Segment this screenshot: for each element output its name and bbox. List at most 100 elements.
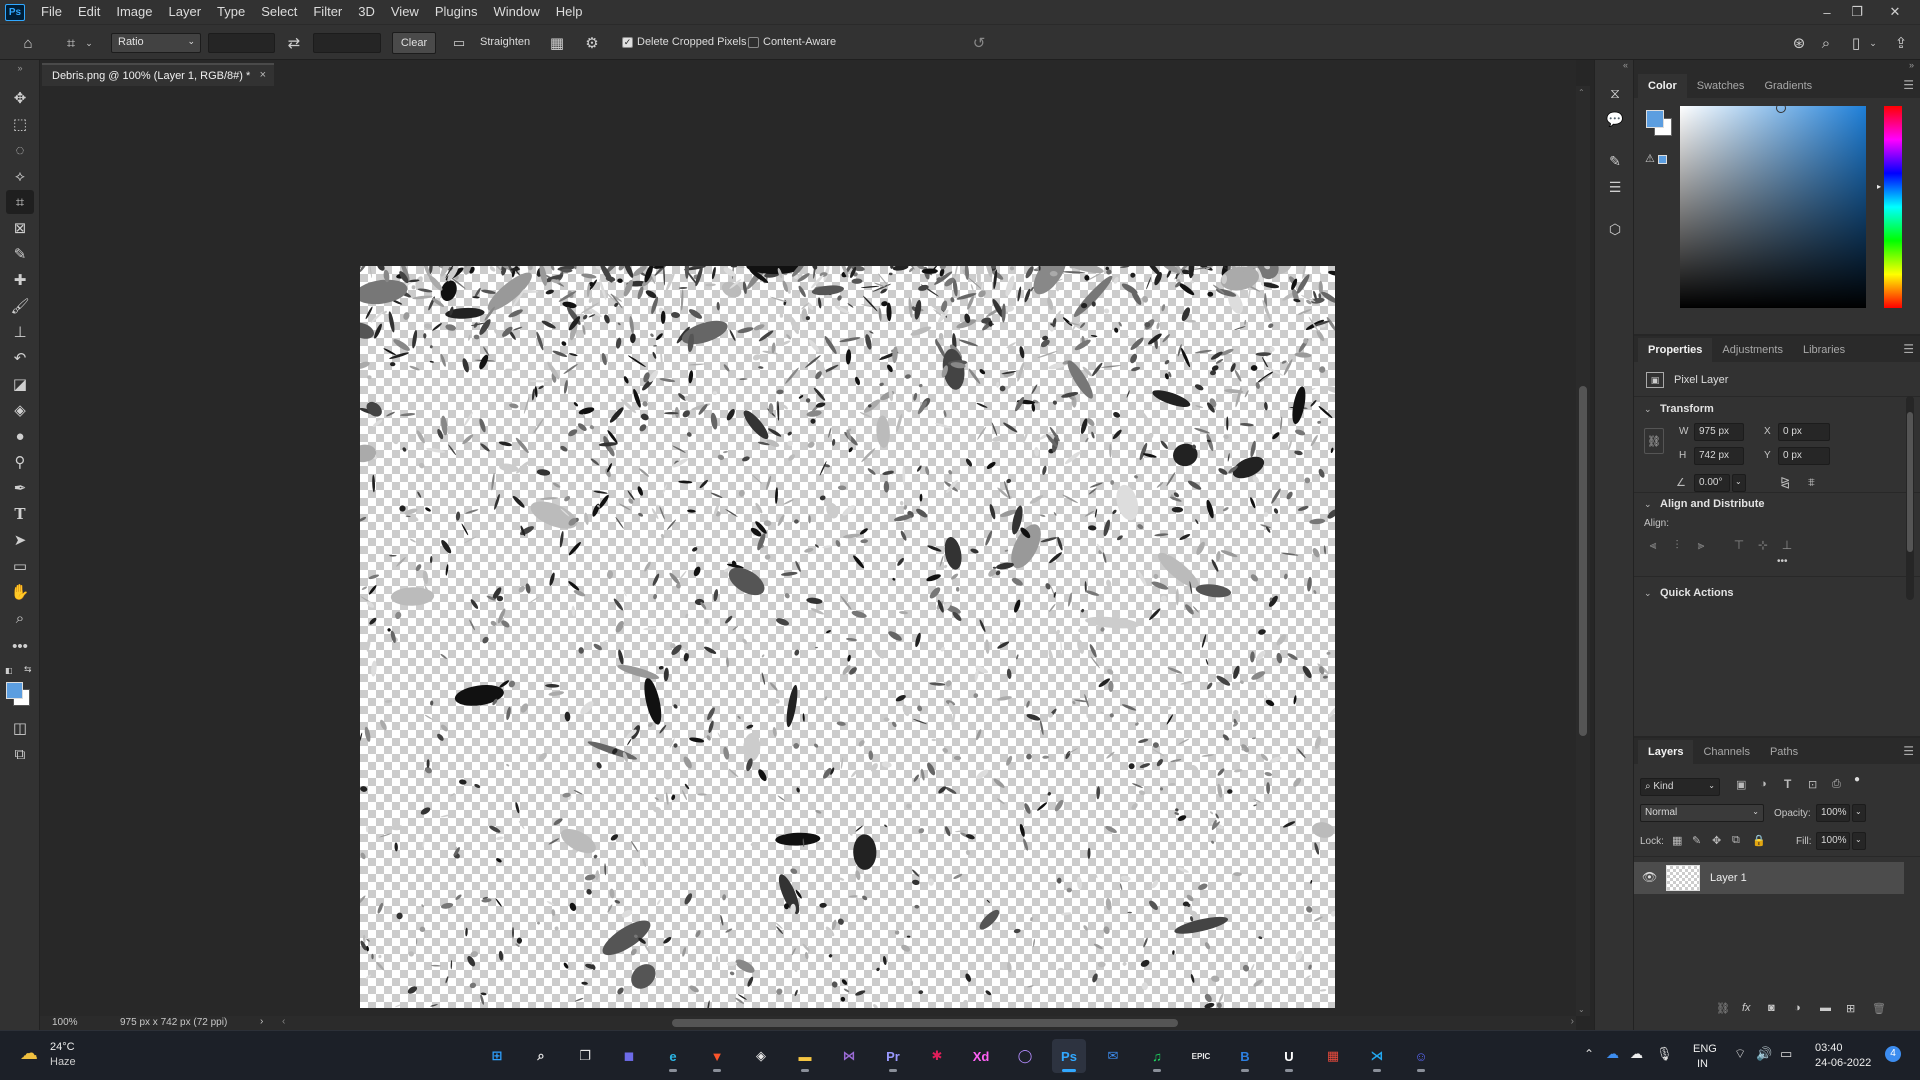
swap-colors-icon[interactable]: ⇆ [24,664,32,675]
filter-toggle-icon[interactable]: ● [1854,774,1860,785]
taskbar-mail-icon[interactable]: ✉ [1096,1039,1130,1073]
scroll-up-icon[interactable]: ⌃ [1578,88,1585,97]
vertical-scroll-thumb[interactable] [1579,386,1587,736]
object-selection-tool-icon[interactable]: ⟡ [6,164,34,188]
taskbar-premiere-pro-icon[interactable]: Pr [876,1039,910,1073]
paint-bucket-tool-icon[interactable]: ◈ [6,398,34,422]
align-distribute-section-title[interactable]: Align and Distribute [1660,498,1765,510]
taskbar-windows-start-icon[interactable]: ⊞ [480,1039,514,1073]
align-vertical-center-icon[interactable]: ⊹ [1754,536,1772,554]
volume-icon[interactable]: 🔊 [1756,1046,1772,1062]
tab-color[interactable]: Color [1638,74,1687,98]
ratio-height-input[interactable] [313,33,381,53]
menu-plugins[interactable]: Plugins [427,0,486,24]
taskbar-discord-icon[interactable]: ☺ [1404,1039,1438,1073]
align-bottom-icon[interactable]: ⊥ [1778,536,1796,554]
history-brush-tool-icon[interactable]: ↶ [6,346,34,370]
dodge-tool-icon[interactable]: ⚲ [6,450,34,474]
width-input[interactable]: 975 px [1694,423,1744,441]
tab-properties[interactable]: Properties [1638,338,1713,362]
taskbar-epic-games-icon[interactable]: EPIC [1184,1039,1218,1073]
taskbar-brave-icon[interactable]: ▼ [700,1039,734,1073]
chevron-down-icon[interactable]: ⌄ [84,33,94,53]
crop-tool-icon[interactable]: ⌗ [60,33,82,53]
menu-view[interactable]: View [383,0,427,24]
chevron-down-icon[interactable]: ⌄ [1867,33,1879,53]
filter-adjustment-icon[interactable]: ◑ [1760,778,1767,790]
height-input[interactable]: 742 px [1694,447,1744,465]
align-right-icon[interactable]: ⫸ [1692,536,1710,554]
weather-temperature[interactable]: 24°C [50,1041,75,1053]
lock-transparent-icon[interactable]: ▦ [1672,834,1682,847]
history-panel-icon[interactable]: ⧖ [1603,82,1627,104]
align-top-icon[interactable]: ⊤ [1730,536,1748,554]
align-left-icon[interactable]: ⫷ [1644,536,1662,554]
more-options-icon[interactable]: ••• [1777,556,1788,567]
chevron-down-icon[interactable]: ⌄ [1644,499,1652,510]
adjustments-panel-icon[interactable]: ☰ [1603,176,1627,198]
wifi-icon[interactable]: ⌔ [1734,1046,1746,1062]
taskbar-github-desktop-icon[interactable]: ◯ [1008,1039,1042,1073]
comments-panel-icon[interactable]: 💬 [1603,108,1627,130]
straighten-label[interactable]: Straighten [480,36,530,48]
taskbar-slack-icon[interactable]: ✱ [920,1039,954,1073]
path-selection-tool-icon[interactable]: ➤ [6,528,34,552]
canvas-workspace[interactable] [40,86,1576,1016]
close-window-button[interactable]: ✕ [1880,0,1910,24]
notification-badge[interactable]: 4 [1885,1046,1901,1062]
taskbar-vscode-icon[interactable]: ⋊ [1360,1039,1394,1073]
eye-icon[interactable]: 👁 [1642,870,1657,884]
taskbar-file-explorer-icon[interactable]: ▬ [788,1039,822,1073]
healing-brush-tool-icon[interactable]: ✚ [6,268,34,292]
screen-mode-icon[interactable]: ⧉ [6,742,34,766]
align-horizontal-center-icon[interactable]: ⫶ [1668,536,1686,554]
menu-layer[interactable]: Layer [161,0,210,24]
menu-help[interactable]: Help [548,0,591,24]
cloud-icon[interactable]: ☁ [1630,1046,1643,1062]
tab-paths[interactable]: Paths [1760,740,1808,764]
weather-haze-icon[interactable]: ☁ [20,1043,38,1064]
quick-actions-section-title[interactable]: Quick Actions [1660,587,1734,599]
document-tab[interactable]: Debris.png @ 100% (Layer 1, RGB/8#) * × [42,63,274,86]
flip-horizontal-icon[interactable]: ⧎ [1780,475,1790,489]
clock-date[interactable]: 24-06-2022 [1815,1057,1871,1069]
taskbar-paint-app-icon[interactable]: ▦ [1316,1039,1350,1073]
clear-button[interactable]: Clear [392,32,436,54]
eyedropper-tool-icon[interactable]: ✎ [6,242,34,266]
hue-slider[interactable] [1884,106,1902,308]
link-layers-icon[interactable]: ⛓ [1716,1002,1730,1015]
foreground-color-swatch[interactable] [6,682,23,699]
more-tools-icon[interactable]: ••• [6,634,34,658]
default-colors-icon[interactable]: ◧ [5,666,13,675]
menu-edit[interactable]: Edit [70,0,108,24]
crop-tool-icon[interactable]: ⌗ [6,190,34,214]
image-canvas[interactable] [360,266,1335,1008]
hand-tool-icon[interactable]: ✋ [6,580,34,604]
taskbar-teams-chat-icon[interactable]: ◼ [612,1039,646,1073]
weather-description[interactable]: Haze [50,1056,76,1068]
move-tool-icon[interactable]: ✥ [6,86,34,110]
taskbar-visual-studio-icon[interactable]: ⋈ [832,1039,866,1073]
menu-type[interactable]: Type [209,0,253,24]
lock-position-icon[interactable]: ✥ [1712,834,1721,847]
filter-type-icon[interactable]: T [1784,777,1791,791]
chevron-up-icon[interactable]: ⌃ [1584,1047,1594,1061]
swap-icon[interactable]: ⇄ [283,33,305,53]
gear-icon[interactable]: ⚙ [582,33,602,53]
lock-all-icon[interactable]: 🔒 [1752,834,1766,847]
delete-layer-icon[interactable]: 🗑 [1872,1002,1886,1015]
frame-tool-icon[interactable]: ⊠ [6,216,34,240]
share-account-icon[interactable]: ⊛ [1788,33,1810,53]
tab-gradients[interactable]: Gradients [1754,74,1822,98]
taskbar-unity-icon[interactable]: ◈ [744,1039,778,1073]
ratio-width-input[interactable] [208,33,275,53]
angle-dropdown[interactable]: ⌄ [1732,474,1746,492]
panel-menu-icon[interactable]: ☰ [1903,78,1914,92]
microphone-icon[interactable]: 🎙 [1656,1046,1673,1062]
delete-cropped-checkbox[interactable]: ✓ [622,37,633,48]
layer-filter-select[interactable]: ⌕ Kind ⌄ [1640,778,1720,796]
x-input[interactable]: 0 px [1778,423,1830,441]
angle-input[interactable]: 0.00° [1694,474,1730,492]
status-menu-arrow-icon[interactable]: › [260,1016,263,1027]
vertical-scrollbar[interactable]: ⌃ ⌄ [1576,86,1590,1016]
